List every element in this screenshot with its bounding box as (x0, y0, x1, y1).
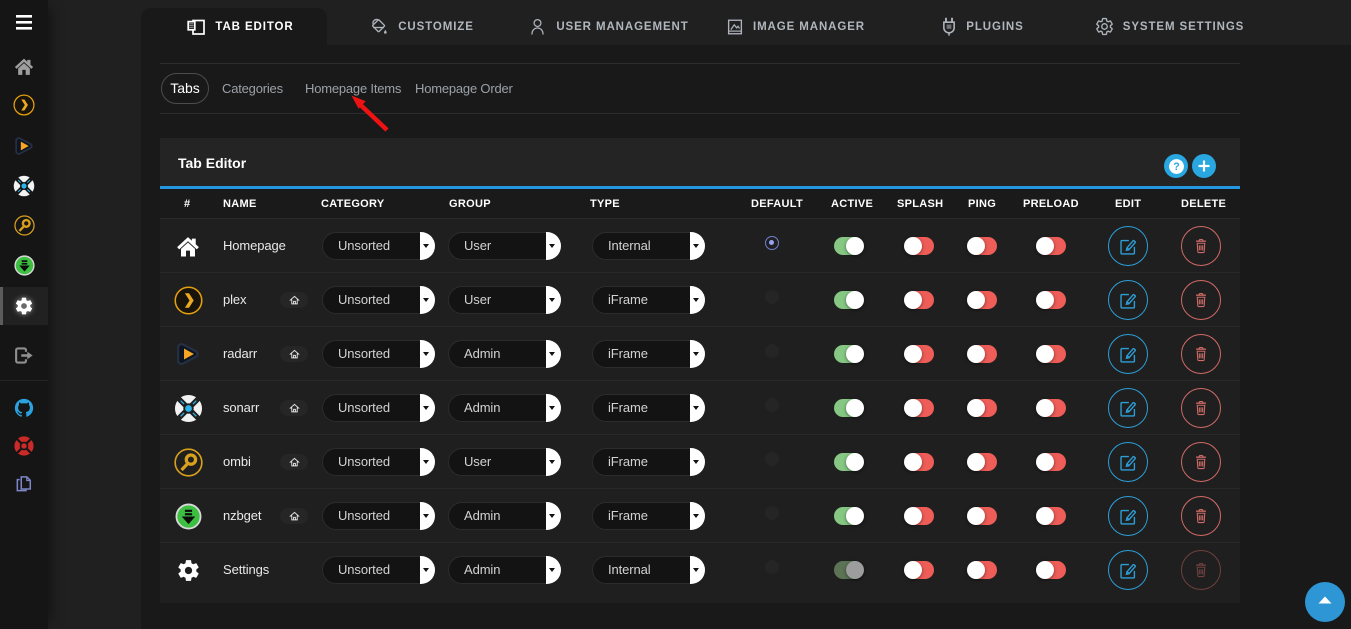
svg-text:?: ? (1173, 161, 1179, 173)
